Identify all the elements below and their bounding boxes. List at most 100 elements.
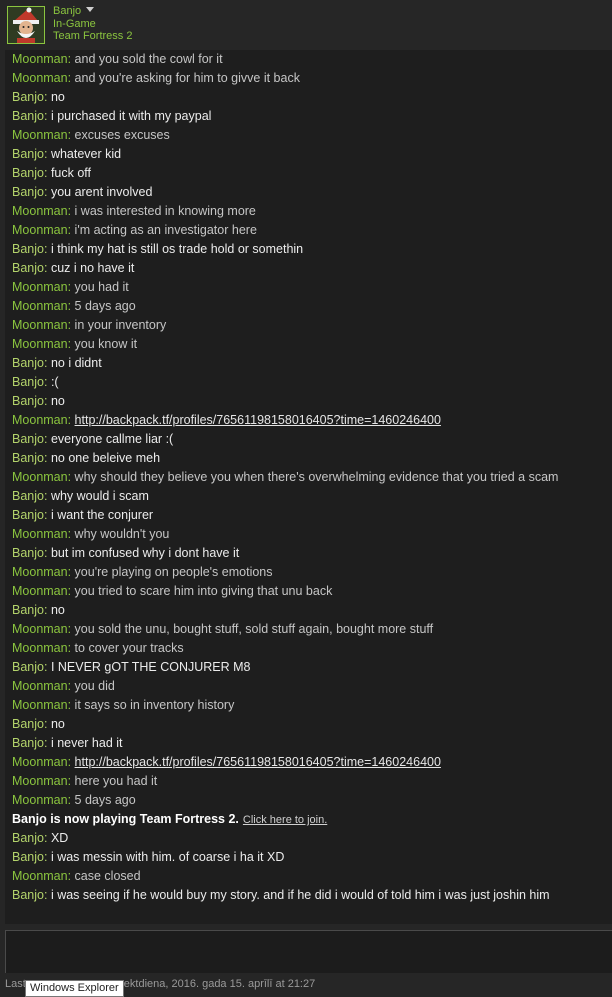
- chat-message: Banjo: cuz i no have it: [12, 259, 134, 278]
- message-text: it says so in inventory history: [74, 698, 235, 712]
- message-speaker[interactable]: Moonman: [12, 71, 68, 85]
- message-input[interactable]: [5, 930, 612, 973]
- message-speaker[interactable]: Banjo: [12, 185, 44, 199]
- message-speaker[interactable]: Banjo: [12, 109, 44, 123]
- message-speaker[interactable]: Moonman: [12, 299, 68, 313]
- speaker-colon: :: [43, 489, 51, 503]
- friend-name: Banjo: [53, 5, 82, 17]
- message-speaker[interactable]: Banjo: [12, 242, 44, 256]
- message-speaker[interactable]: Banjo: [12, 508, 44, 522]
- message-speaker[interactable]: Moonman: [12, 565, 68, 579]
- message-link[interactable]: http://backpack.tf/profiles/765611981580…: [75, 755, 441, 769]
- message-speaker[interactable]: Banjo: [12, 90, 44, 104]
- message-text: you had it: [74, 280, 129, 294]
- speaker-colon: :: [67, 755, 75, 769]
- avatar[interactable]: [7, 6, 45, 44]
- chat-message: Banjo: no: [12, 601, 65, 620]
- chat-message: Banjo: everyone callme liar :(: [12, 430, 173, 449]
- message-speaker[interactable]: Moonman: [12, 755, 68, 769]
- message-speaker[interactable]: Banjo: [12, 736, 44, 750]
- message-speaker[interactable]: Banjo: [12, 603, 44, 617]
- message-text: but im confused why i dont have it: [50, 546, 240, 560]
- santa-avatar-icon: [8, 7, 44, 43]
- message-speaker[interactable]: Moonman: [12, 793, 68, 807]
- message-link[interactable]: http://backpack.tf/profiles/765611981580…: [75, 413, 441, 427]
- speaker-colon: :: [43, 508, 51, 522]
- message-speaker[interactable]: Banjo: [12, 660, 44, 674]
- message-speaker[interactable]: Banjo: [12, 888, 44, 902]
- message-text: you tried to scare him into giving that …: [74, 584, 333, 598]
- chat-log[interactable]: Moonman: and you sold the cowl for it Moo…: [5, 50, 612, 924]
- speaker-colon: :: [67, 280, 75, 294]
- taskbar-tooltip: Windows Explorer: [25, 980, 124, 997]
- message-speaker[interactable]: Moonman: [12, 622, 68, 636]
- speaker-colon: :: [43, 356, 51, 370]
- chat-message: Moonman: to cover your tracks: [12, 639, 184, 658]
- message-speaker[interactable]: Moonman: [12, 413, 68, 427]
- speaker-colon: :: [43, 888, 51, 902]
- message-speaker[interactable]: Banjo: [12, 356, 44, 370]
- join-game-link[interactable]: Click here to join.: [243, 814, 327, 826]
- message-speaker[interactable]: Moonman: [12, 52, 68, 66]
- friend-name-dropdown[interactable]: Banjo: [53, 5, 95, 17]
- chat-message: Moonman: why wouldn't you: [12, 525, 169, 544]
- speaker-colon: :: [43, 546, 51, 560]
- message-speaker[interactable]: Moonman: [12, 223, 68, 237]
- message-text: i want the conjurer: [50, 508, 154, 522]
- message-speaker[interactable]: Moonman: [12, 527, 68, 541]
- message-speaker[interactable]: Moonman: [12, 204, 68, 218]
- chat-message: Moonman: 5 days ago: [12, 791, 136, 810]
- chat-message: Banjo: I NEVER gOT THE CONJURER M8: [12, 658, 251, 677]
- chat-message: Moonman: in your inventory: [12, 316, 166, 335]
- message-text: you're playing on people's emotions: [74, 565, 273, 579]
- message-text: i was messin with him. of coarse i ha it…: [50, 850, 285, 864]
- message-speaker[interactable]: Banjo: [12, 166, 44, 180]
- message-speaker[interactable]: Banjo: [12, 451, 44, 465]
- message-speaker[interactable]: Moonman: [12, 337, 68, 351]
- speaker-colon: :: [43, 90, 51, 104]
- speaker-colon: :: [43, 261, 51, 275]
- message-speaker[interactable]: Moonman: [12, 280, 68, 294]
- chat-message: Banjo: :(: [12, 373, 59, 392]
- message-speaker[interactable]: Banjo: [12, 261, 44, 275]
- message-text: you sold the unu, bought stuff, sold stu…: [74, 622, 434, 636]
- message-speaker[interactable]: Moonman: [12, 698, 68, 712]
- chat-message: Moonman: why should they believe you whe…: [12, 468, 558, 487]
- message-text: whatever kid: [50, 147, 122, 161]
- speaker-colon: :: [67, 869, 75, 883]
- status-notice: Banjo is now playing Team Fortress 2. Cli…: [12, 810, 327, 829]
- message-speaker[interactable]: Moonman: [12, 128, 68, 142]
- message-speaker[interactable]: Moonman: [12, 869, 68, 883]
- message-speaker[interactable]: Moonman: [12, 774, 68, 788]
- chat-message: Banjo: XD: [12, 829, 68, 848]
- message-speaker[interactable]: Banjo: [12, 375, 44, 389]
- speaker-colon: :: [67, 584, 75, 598]
- chat-message: Moonman: you did: [12, 677, 115, 696]
- message-text: you know it: [74, 337, 138, 351]
- speaker-colon: :: [67, 774, 75, 788]
- message-speaker[interactable]: Moonman: [12, 584, 68, 598]
- message-speaker[interactable]: Moonman: [12, 318, 68, 332]
- message-text: no: [50, 90, 65, 104]
- message-speaker[interactable]: Moonman: [12, 470, 68, 484]
- message-speaker[interactable]: Banjo: [12, 717, 44, 731]
- message-text: no i didnt: [50, 356, 102, 370]
- chevron-down-icon: [86, 7, 95, 12]
- timestamp-text: ektdiena, 2016. gada 15. aprīlī at 21:27: [123, 978, 316, 990]
- speaker-colon: :: [67, 318, 75, 332]
- message-speaker[interactable]: Banjo: [12, 147, 44, 161]
- message-speaker[interactable]: Banjo: [12, 394, 44, 408]
- message-text: no: [50, 394, 65, 408]
- message-text: why should they believe you when there's…: [74, 470, 559, 484]
- message-speaker[interactable]: Banjo: [12, 850, 44, 864]
- message-speaker[interactable]: Moonman: [12, 641, 68, 655]
- message-speaker[interactable]: Banjo: [12, 432, 44, 446]
- message-speaker[interactable]: Banjo: [12, 489, 44, 503]
- speaker-colon: :: [67, 527, 75, 541]
- speaker-colon: :: [43, 831, 51, 845]
- message-speaker[interactable]: Banjo: [12, 831, 44, 845]
- message-speaker[interactable]: Banjo: [12, 546, 44, 560]
- chat-message: Banjo: i purchased it with my paypal: [12, 107, 211, 126]
- message-text: fuck off: [50, 166, 92, 180]
- message-speaker[interactable]: Moonman: [12, 679, 68, 693]
